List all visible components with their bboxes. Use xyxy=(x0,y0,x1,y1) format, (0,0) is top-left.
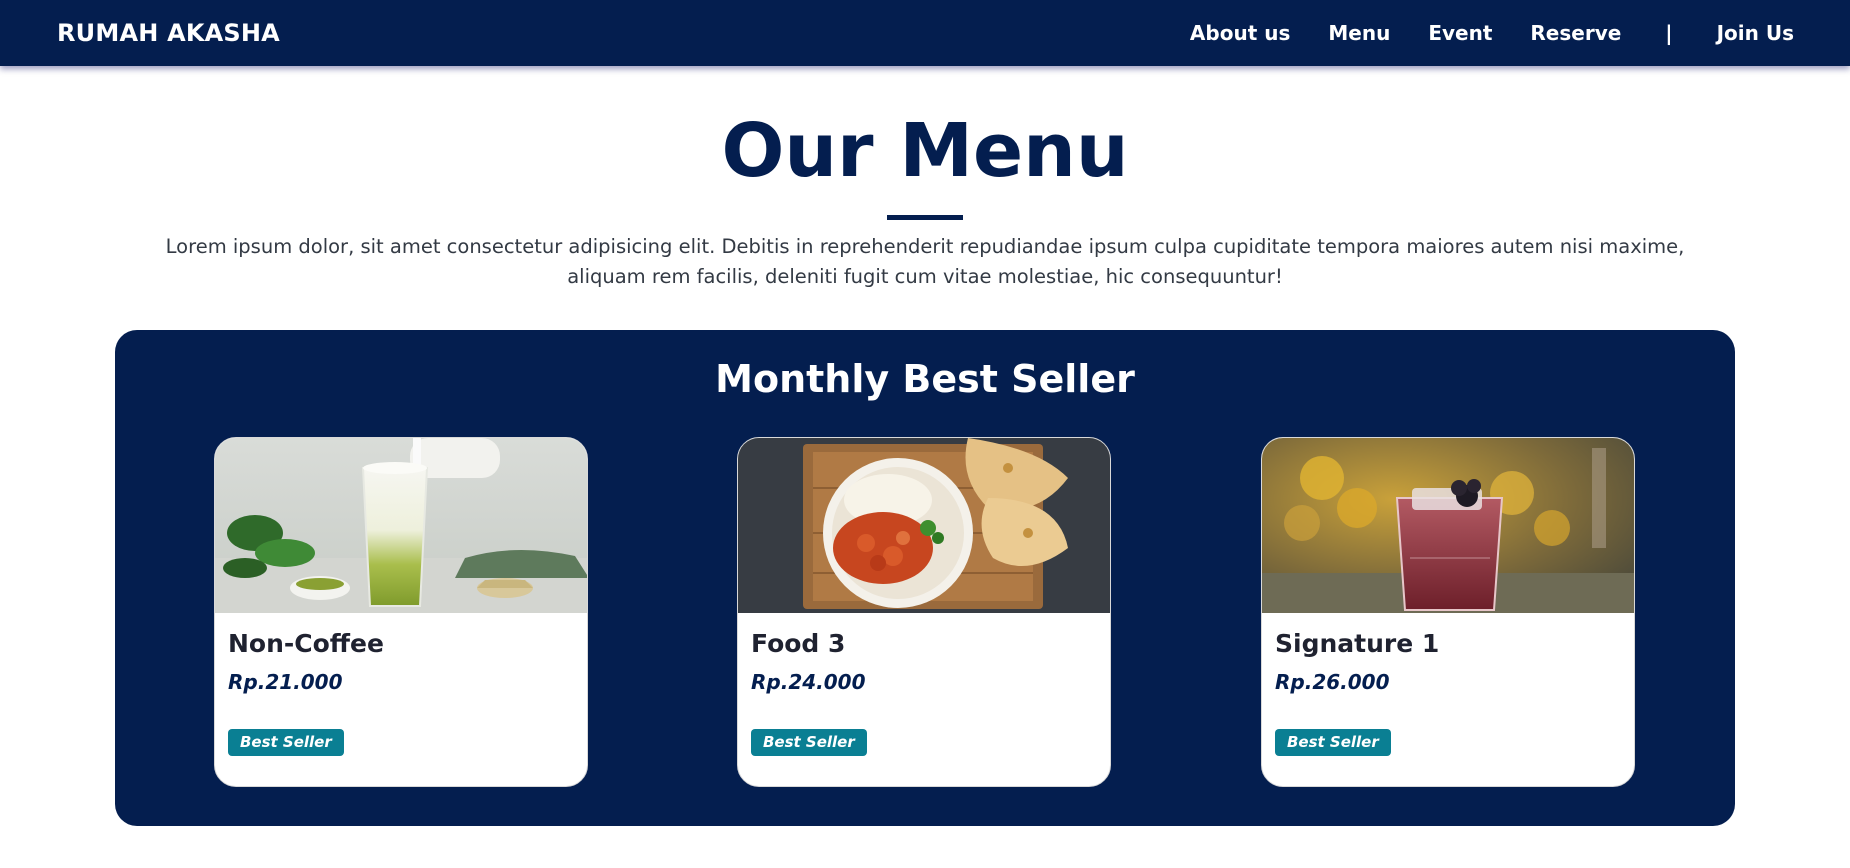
menu-card[interactable]: Non-Coffee Rp.21.000 Best Seller xyxy=(214,437,588,787)
card-price: Rp.21.000 xyxy=(228,670,343,694)
intro-text: Lorem ipsum dolor, sit amet consectetur … xyxy=(165,235,1685,288)
nav-link-reserve[interactable]: Reserve xyxy=(1530,21,1621,45)
nav-link-join[interactable]: Join Us xyxy=(1717,21,1794,45)
brand-logo[interactable]: RUMAH AKASHA xyxy=(57,19,280,47)
best-seller-panel: Monthly Best Seller Non-Coffee Rp.21.000… xyxy=(115,330,1735,826)
card-body: Food 3 Rp.24.000 Best Seller xyxy=(738,613,1110,768)
nav-link-event[interactable]: Event xyxy=(1428,21,1492,45)
menu-card[interactable]: Food 3 Rp.24.000 Best Seller xyxy=(737,437,1111,787)
card-body: Signature 1 Rp.26.000 Best Seller xyxy=(1262,613,1634,768)
nav-separator: | xyxy=(1665,21,1673,45)
card-body: Non-Coffee Rp.21.000 Best Seller xyxy=(215,613,587,768)
nav-links: About us Menu Event Reserve | Join Us xyxy=(1190,21,1794,45)
title-underline xyxy=(887,215,963,220)
matcha-latte-image xyxy=(215,438,587,613)
card-price: Rp.26.000 xyxy=(1275,670,1390,694)
best-seller-badge: Best Seller xyxy=(228,729,344,756)
card-name: Signature 1 xyxy=(1275,629,1440,658)
best-seller-badge: Best Seller xyxy=(1275,729,1391,756)
card-name: Non-Coffee xyxy=(228,629,384,658)
nav-link-about[interactable]: About us xyxy=(1190,21,1290,45)
best-seller-title: Monthly Best Seller xyxy=(715,357,1135,401)
menu-card[interactable]: Signature 1 Rp.26.000 Best Seller xyxy=(1261,437,1635,787)
curry-rice-image xyxy=(738,438,1110,613)
card-name: Food 3 xyxy=(751,629,846,658)
page-title: Our Menu xyxy=(721,108,1129,194)
nav-link-menu[interactable]: Menu xyxy=(1328,21,1390,45)
navbar: RUMAH AKASHA About us Menu Event Reserve… xyxy=(0,0,1850,66)
berry-cocktail-image xyxy=(1262,438,1634,613)
card-price: Rp.24.000 xyxy=(751,670,866,694)
best-seller-badge: Best Seller xyxy=(751,729,867,756)
